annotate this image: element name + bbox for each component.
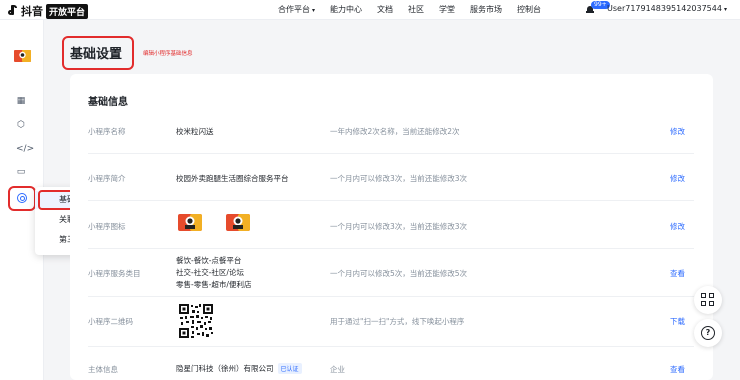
qr-scan-icon-part [709,293,714,298]
nav-academy[interactable]: 学堂 [439,4,455,15]
grid-list-icon[interactable]: ▦ [16,96,26,106]
category-item: 零售-零售-超市/便利店 [176,280,252,289]
divider [88,153,694,154]
qr-scan-icon-part [709,301,714,306]
app-icon-preview-large [178,214,202,231]
brand-badge: 开放平台 [46,3,89,19]
category-item: 餐饮-餐饮-点餐平台 [176,256,242,265]
divider [88,200,694,201]
name-label: 小程序名称 [88,127,126,136]
name-hint: 一年内修改2次名称，当前还能修改2次 [330,127,460,136]
user-menu[interactable]: User7179148395142037544 ▾ [607,4,727,13]
chevron-down-icon: ▾ [312,7,316,14]
app-avatar-icon[interactable] [14,47,31,64]
category-hint: 一个月内可以修改5次，当前还能修改5次 [330,269,468,278]
help-float-button[interactable]: ? [694,319,722,347]
edit-name-button[interactable]: 修改 [670,126,685,137]
nav-docs[interactable]: 文档 [377,4,393,15]
qr-scan-icon-part [701,301,706,306]
nav-capability-center[interactable]: 能力中心 [330,4,362,15]
qr-scan-icon [701,293,706,298]
divider [88,248,694,249]
app-icon-preview-small [226,214,250,231]
intro-hint: 一个月内可以修改3次，当前还能修改3次 [330,174,468,183]
download-qrcode-button[interactable]: 下载 [670,316,685,327]
chevron-down-icon: ▾ [723,6,727,13]
section-title: 基础信息 [88,97,128,108]
nav-console[interactable]: 控制台 [517,4,541,15]
nav-service-market[interactable]: 服务市场 [470,4,502,15]
entity-hint: 企业 [330,365,345,374]
question-mark-icon: ? [701,326,715,340]
name-value: 校米粒闪送 [176,127,214,136]
category-item: 社交-社交-社区/论坛 [176,268,244,277]
logo[interactable]: 抖音 开放平台 [8,3,89,19]
entity-label: 主体信息 [88,365,118,374]
edit-intro-button[interactable]: 修改 [670,173,685,184]
top-navigation-bar: 抖音 开放平台 合作平台 ▾ 能力中心 文档 社区 学堂 服务市场 控制台 99+… [0,0,740,20]
douyin-logo-icon [8,5,18,17]
gear-icon [17,193,27,203]
icon-hint: 一个月内可以修改3次，当前还能修改3次 [330,222,468,231]
intro-label: 小程序简介 [88,174,126,183]
qr-code-image [178,303,214,339]
settings-nav-item[interactable] [8,186,36,211]
nav-community[interactable]: 社区 [408,4,424,15]
brand-name: 抖音 [21,5,43,18]
page-subtitle: 编辑小程序基础信息 [143,51,193,57]
icon-label: 小程序图标 [88,222,126,231]
divider [88,296,694,297]
verified-badge: 已认证 [277,363,302,374]
qr-code-float-button[interactable] [694,286,722,314]
category-label: 小程序服务类目 [88,269,141,278]
code-icon[interactable]: </> [16,144,34,154]
nav-partner-platform[interactable]: 合作平台 ▾ [278,4,315,15]
shield-icon[interactable]: ⬡ [16,120,26,130]
view-entity-button[interactable]: 查看 [670,364,685,375]
entity-value: 隐星门科技（徐州）有限公司 已认证 [176,363,302,374]
monitor-icon[interactable]: ▭ [16,167,26,177]
view-category-button[interactable]: 查看 [670,268,685,279]
divider [88,346,694,347]
qrcode-label: 小程序二维码 [88,317,133,326]
edit-icon-button[interactable]: 修改 [670,221,685,232]
intro-value: 校园外卖跑腿生活圈综合服务平台 [176,174,289,183]
qrcode-hint: 用于通过"扫一扫"方式，线下唤起小程序 [330,317,465,326]
category-list: 餐饮-餐饮-点餐平台 社交-社交-社区/论坛 零售-零售-超市/便利店 [176,255,251,291]
main-nav: 合作平台 ▾ 能力中心 文档 社区 学堂 服务市场 控制台 [278,4,556,15]
page-title: 基础设置 [70,47,123,62]
